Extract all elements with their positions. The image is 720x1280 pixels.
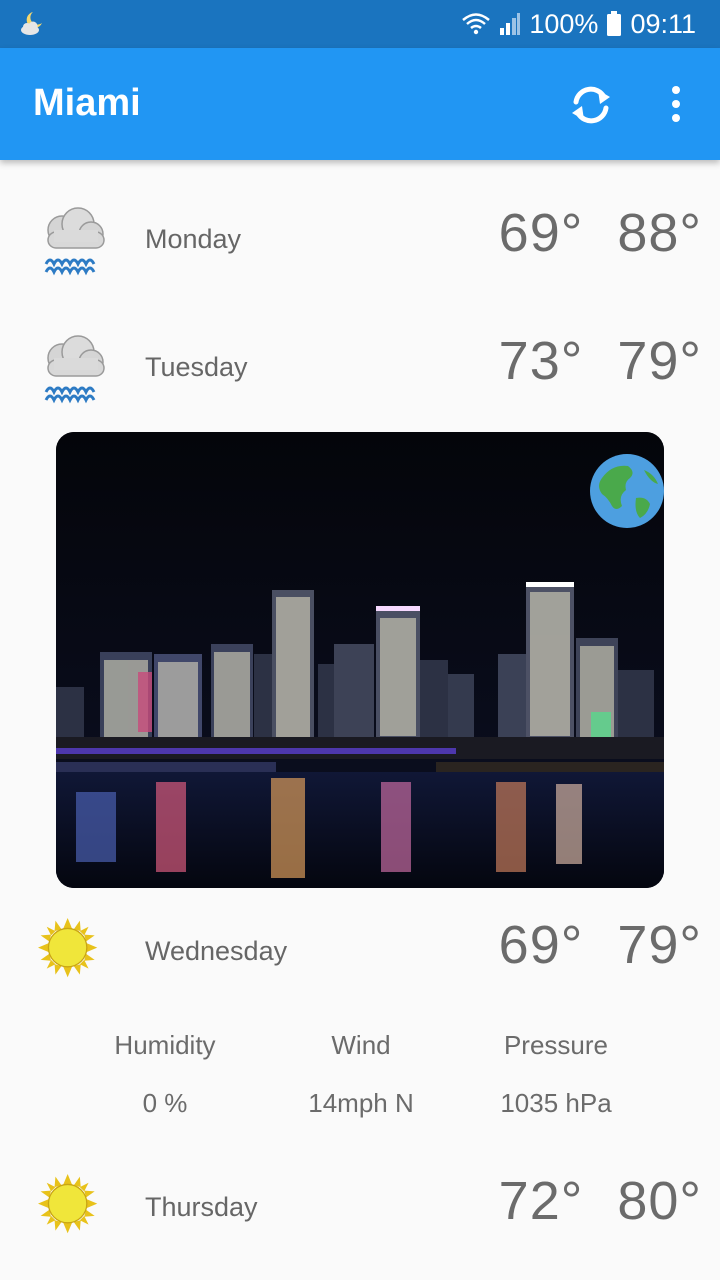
temperature-range: 69° 88° [465, 202, 702, 264]
pressure-label: Pressure [503, 1030, 609, 1060]
refresh-icon[interactable] [566, 80, 616, 130]
low-temp: 72° [498, 1171, 584, 1231]
sun-icon [38, 1174, 98, 1234]
day-name: Tuesday [145, 352, 248, 382]
wind-detail: Wind 14mph N [261, 1030, 461, 1119]
temperature-range: 69° 79° [465, 914, 702, 976]
low-temp: 69° [498, 203, 584, 263]
battery-percentage: 100% [529, 8, 599, 39]
forecast-row-monday[interactable]: Monday 69° 88° [0, 186, 720, 306]
wind-label: Wind [331, 1030, 391, 1060]
humidity-value: 0 % [142, 1088, 188, 1118]
high-temp: 88° [617, 203, 702, 263]
city-title: Miami [33, 82, 141, 124]
forecast-row-thursday[interactable]: Thursday 72° 80° [0, 1154, 720, 1274]
humidity-label: Humidity [114, 1030, 216, 1060]
app-bar: Miami [0, 48, 720, 160]
status-time: 09:11 [630, 8, 696, 39]
temperature-range: 73° 79° [465, 330, 702, 392]
wifi-icon [462, 13, 491, 35]
city-skyline-photo [56, 432, 664, 888]
day-name: Wednesday [145, 936, 288, 966]
rain-cloud-icon [44, 207, 105, 276]
high-temp: 80° [617, 1171, 702, 1231]
day-name: Thursday [145, 1192, 258, 1222]
weather-details: Humidity 0 % Wind 14mph N Pressure 1035 … [0, 1030, 720, 1140]
low-temp: 73° [498, 331, 584, 391]
more-vert-icon[interactable] [660, 84, 692, 124]
battery-icon [607, 11, 622, 36]
pressure-value: 1035 hPa [500, 1088, 612, 1118]
signal-icon [500, 13, 521, 35]
high-temp: 79° [617, 915, 702, 975]
night-cloud-icon [21, 12, 42, 35]
pressure-detail: Pressure 1035 hPa [456, 1030, 656, 1119]
forecast-row-wednesday[interactable]: Wednesday 69° 79° [0, 898, 720, 1018]
forecast-row-tuesday[interactable]: Tuesday 73° 79° [0, 314, 720, 434]
temperature-range: 72° 80° [465, 1170, 702, 1232]
high-temp: 79° [617, 331, 702, 391]
wind-value: 14mph N [308, 1088, 414, 1118]
humidity-detail: Humidity 0 % [65, 1030, 265, 1119]
rain-cloud-icon [44, 335, 105, 404]
day-name: Monday [145, 224, 242, 254]
globe-icon [590, 454, 664, 528]
sun-icon [38, 918, 98, 978]
status-bar: 100% 09:11 [0, 0, 720, 48]
low-temp: 69° [498, 915, 584, 975]
